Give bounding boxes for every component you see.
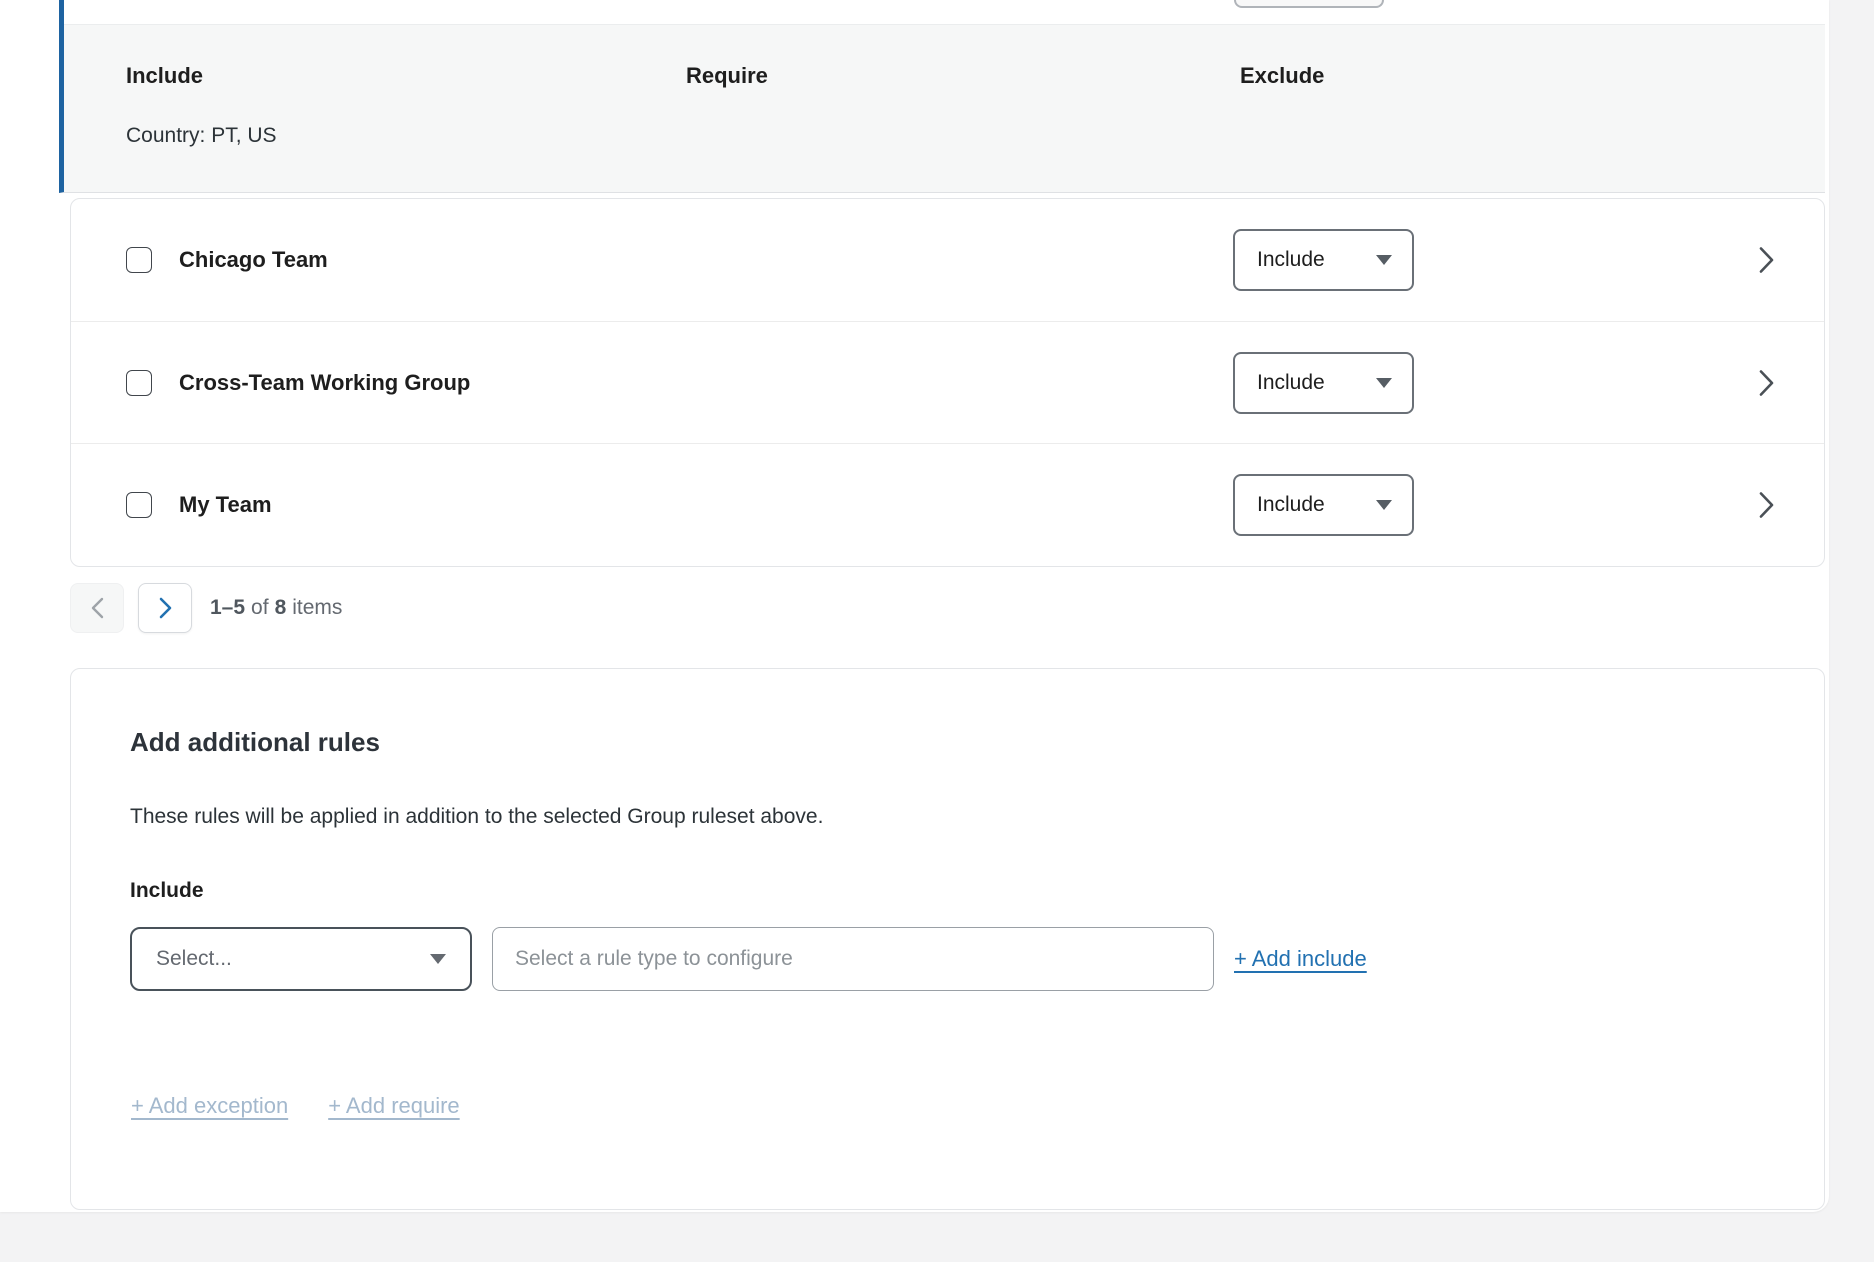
caret-down-icon bbox=[430, 954, 446, 964]
screen: Include Require Exclude Country: PT, US … bbox=[0, 0, 1874, 1262]
card-title: Add additional rules bbox=[130, 727, 380, 758]
include-section-label: Include bbox=[130, 879, 204, 903]
add-exception-link[interactable]: + Add exception bbox=[131, 1093, 288, 1119]
rule-type-select[interactable]: Select... bbox=[130, 927, 472, 991]
row-checkbox[interactable] bbox=[126, 247, 152, 273]
chevron-right-icon bbox=[161, 599, 170, 617]
chevron-right-icon[interactable] bbox=[1759, 492, 1774, 519]
caret-down-icon bbox=[1376, 500, 1392, 510]
pagination-prev-button[interactable] bbox=[70, 583, 124, 633]
dropdown-value: Include bbox=[1257, 493, 1325, 517]
include-mode-dropdown[interactable]: Include bbox=[1233, 474, 1414, 536]
pagination: 1–5 of 8 items bbox=[70, 583, 342, 633]
card-description: These rules will be applied in addition … bbox=[130, 805, 823, 829]
column-header-require: Require bbox=[686, 63, 768, 89]
group-row-cross-team-working-group[interactable]: Cross-Team Working Group Include bbox=[71, 321, 1824, 444]
pagination-next-button[interactable] bbox=[138, 583, 192, 633]
add-require-link[interactable]: + Add require bbox=[328, 1093, 459, 1119]
group-name: Cross-Team Working Group bbox=[179, 370, 470, 396]
pagination-items: items bbox=[292, 596, 342, 620]
caret-down-icon bbox=[1376, 255, 1392, 265]
include-rules-value: Country: PT, US bbox=[126, 124, 277, 148]
pagination-status: 1–5 of 8 items bbox=[210, 596, 342, 620]
pagination-of: of bbox=[251, 596, 269, 620]
dropdown-value: Include bbox=[1257, 248, 1325, 272]
group-row-chicago-team[interactable]: Chicago Team Include bbox=[71, 199, 1824, 321]
dropdown-value: Include bbox=[1257, 371, 1325, 395]
rule-controls: Select... + Add include bbox=[130, 927, 1367, 991]
pagination-range: 1–5 bbox=[210, 596, 245, 620]
row-checkbox[interactable] bbox=[126, 370, 152, 396]
chevron-right-icon[interactable] bbox=[1759, 369, 1774, 396]
rule-config-input[interactable] bbox=[492, 927, 1214, 991]
caret-down-icon bbox=[1376, 378, 1392, 388]
secondary-rule-links: + Add exception + Add require bbox=[131, 1093, 460, 1119]
select-value: Select... bbox=[156, 947, 232, 971]
group-name: Chicago Team bbox=[179, 247, 328, 273]
group-name: My Team bbox=[179, 492, 272, 518]
chevron-left-icon bbox=[93, 599, 102, 617]
row-checkbox[interactable] bbox=[126, 492, 152, 518]
groups-list-card: Chicago Team Include Cross-Team Working … bbox=[70, 198, 1825, 567]
pagination-total: 8 bbox=[275, 596, 287, 620]
content-panel: Include Require Exclude Country: PT, US … bbox=[0, 0, 1829, 1212]
chevron-right-icon[interactable] bbox=[1759, 246, 1774, 273]
column-header-include: Include bbox=[126, 63, 203, 89]
selected-group-detail-card: Include Require Exclude Country: PT, US bbox=[59, 0, 1825, 193]
add-include-link[interactable]: + Add include bbox=[1234, 946, 1367, 972]
include-mode-dropdown[interactable]: Include bbox=[1233, 352, 1414, 414]
ruleset-detail-panel: Include Require Exclude Country: PT, US bbox=[64, 24, 1825, 192]
group-row-my-team[interactable]: My Team Include bbox=[71, 443, 1824, 566]
include-mode-dropdown[interactable]: Include bbox=[1233, 229, 1414, 291]
column-header-exclude: Exclude bbox=[1240, 63, 1324, 89]
add-additional-rules-card: Add additional rules These rules will be… bbox=[70, 668, 1825, 1210]
cutoff-dropdown-fragment bbox=[1234, 0, 1384, 8]
